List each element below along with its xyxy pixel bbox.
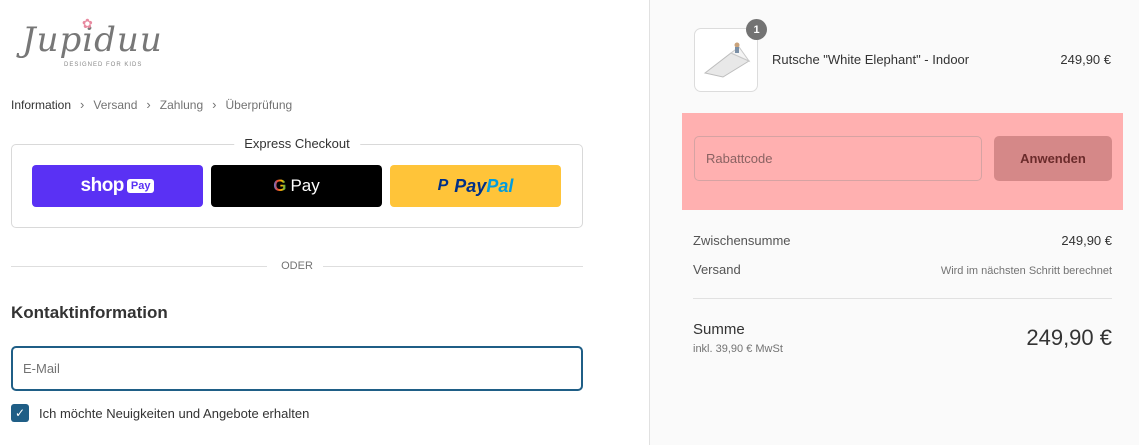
breadcrumb: Information › Versand › Zahlung › Überpr… xyxy=(11,97,292,112)
order-summary: 1 Rutsche "White Elephant" - Indoor 249,… xyxy=(649,0,1139,445)
breadcrumb-ueberpruefung: Überprüfung xyxy=(225,97,293,112)
shop-pay-badge: Pay xyxy=(126,179,155,193)
chevron-right-icon: › xyxy=(212,97,217,112)
google-pay-label: Pay xyxy=(290,176,320,195)
summary-divider xyxy=(693,298,1112,299)
logo[interactable]: Jupiduu ✿ DESIGNED FOR KIDS xyxy=(22,16,162,74)
subtotal-label: Zwischensumme xyxy=(693,233,791,248)
product-name: Rutsche "White Elephant" - Indoor xyxy=(772,52,970,67)
express-checkout: Express Checkout shop Pay G Pay P Pay Pal xyxy=(11,136,583,228)
quantity-badge: 1 xyxy=(746,19,767,40)
breadcrumb-versand: Versand xyxy=(93,97,138,112)
total-tax-note: inkl. 39,90 € MwSt xyxy=(693,343,783,355)
chevron-right-icon: › xyxy=(80,97,85,112)
google-pay-button[interactable]: G Pay xyxy=(211,165,382,207)
chevron-right-icon: › xyxy=(146,97,151,112)
discount-code-input[interactable] xyxy=(694,136,982,181)
discount-section: Anwenden xyxy=(682,113,1123,210)
logo-tagline: DESIGNED FOR KIDS xyxy=(64,62,143,68)
shipping-row: Versand Wird im nächsten Schritt berechn… xyxy=(693,262,1112,277)
shipping-label: Versand xyxy=(693,262,741,277)
express-checkout-title: Express Checkout xyxy=(234,136,360,151)
shop-pay-button[interactable]: shop Pay xyxy=(32,165,203,207)
total-value: 249,90 € xyxy=(1026,325,1112,350)
product-thumbnail xyxy=(694,28,758,92)
shop-pay-logo: shop xyxy=(80,175,125,196)
checkbox-checked-icon[interactable]: ✓ xyxy=(11,404,29,422)
product-price: 249,90 € xyxy=(1060,52,1111,67)
slide-product-image xyxy=(703,42,751,78)
breadcrumb-zahlung: Zahlung xyxy=(159,97,204,112)
newsletter-checkbox-row[interactable]: ✓ Ich möchte Neuigkeiten und Angebote er… xyxy=(11,404,309,422)
paypal-icon: P xyxy=(437,177,449,194)
total-label: Summe xyxy=(693,321,745,338)
paypal-logo-pay: Pay xyxy=(454,175,487,196)
email-field[interactable] xyxy=(11,346,583,391)
subtotal-value: 249,90 € xyxy=(1061,233,1112,248)
checkout-main: Jupiduu ✿ DESIGNED FOR KIDS Information … xyxy=(0,0,649,445)
star-icon: ✿ xyxy=(82,16,93,31)
google-g-icon: G xyxy=(273,176,287,195)
subtotal-row: Zwischensumme 249,90 € xyxy=(693,233,1112,248)
divider-line xyxy=(323,266,583,267)
apply-discount-button[interactable]: Anwenden xyxy=(994,136,1112,181)
breadcrumb-information[interactable]: Information xyxy=(11,98,71,112)
paypal-logo-pal: Pal xyxy=(486,175,514,196)
contact-section-title: Kontaktinformation xyxy=(11,303,168,322)
newsletter-label: Ich möchte Neuigkeiten und Angebote erha… xyxy=(39,405,310,421)
paypal-button[interactable]: P Pay Pal xyxy=(390,165,561,207)
or-divider: ODER xyxy=(11,258,583,276)
shipping-value: Wird im nächsten Schritt berechnet xyxy=(940,265,1112,277)
